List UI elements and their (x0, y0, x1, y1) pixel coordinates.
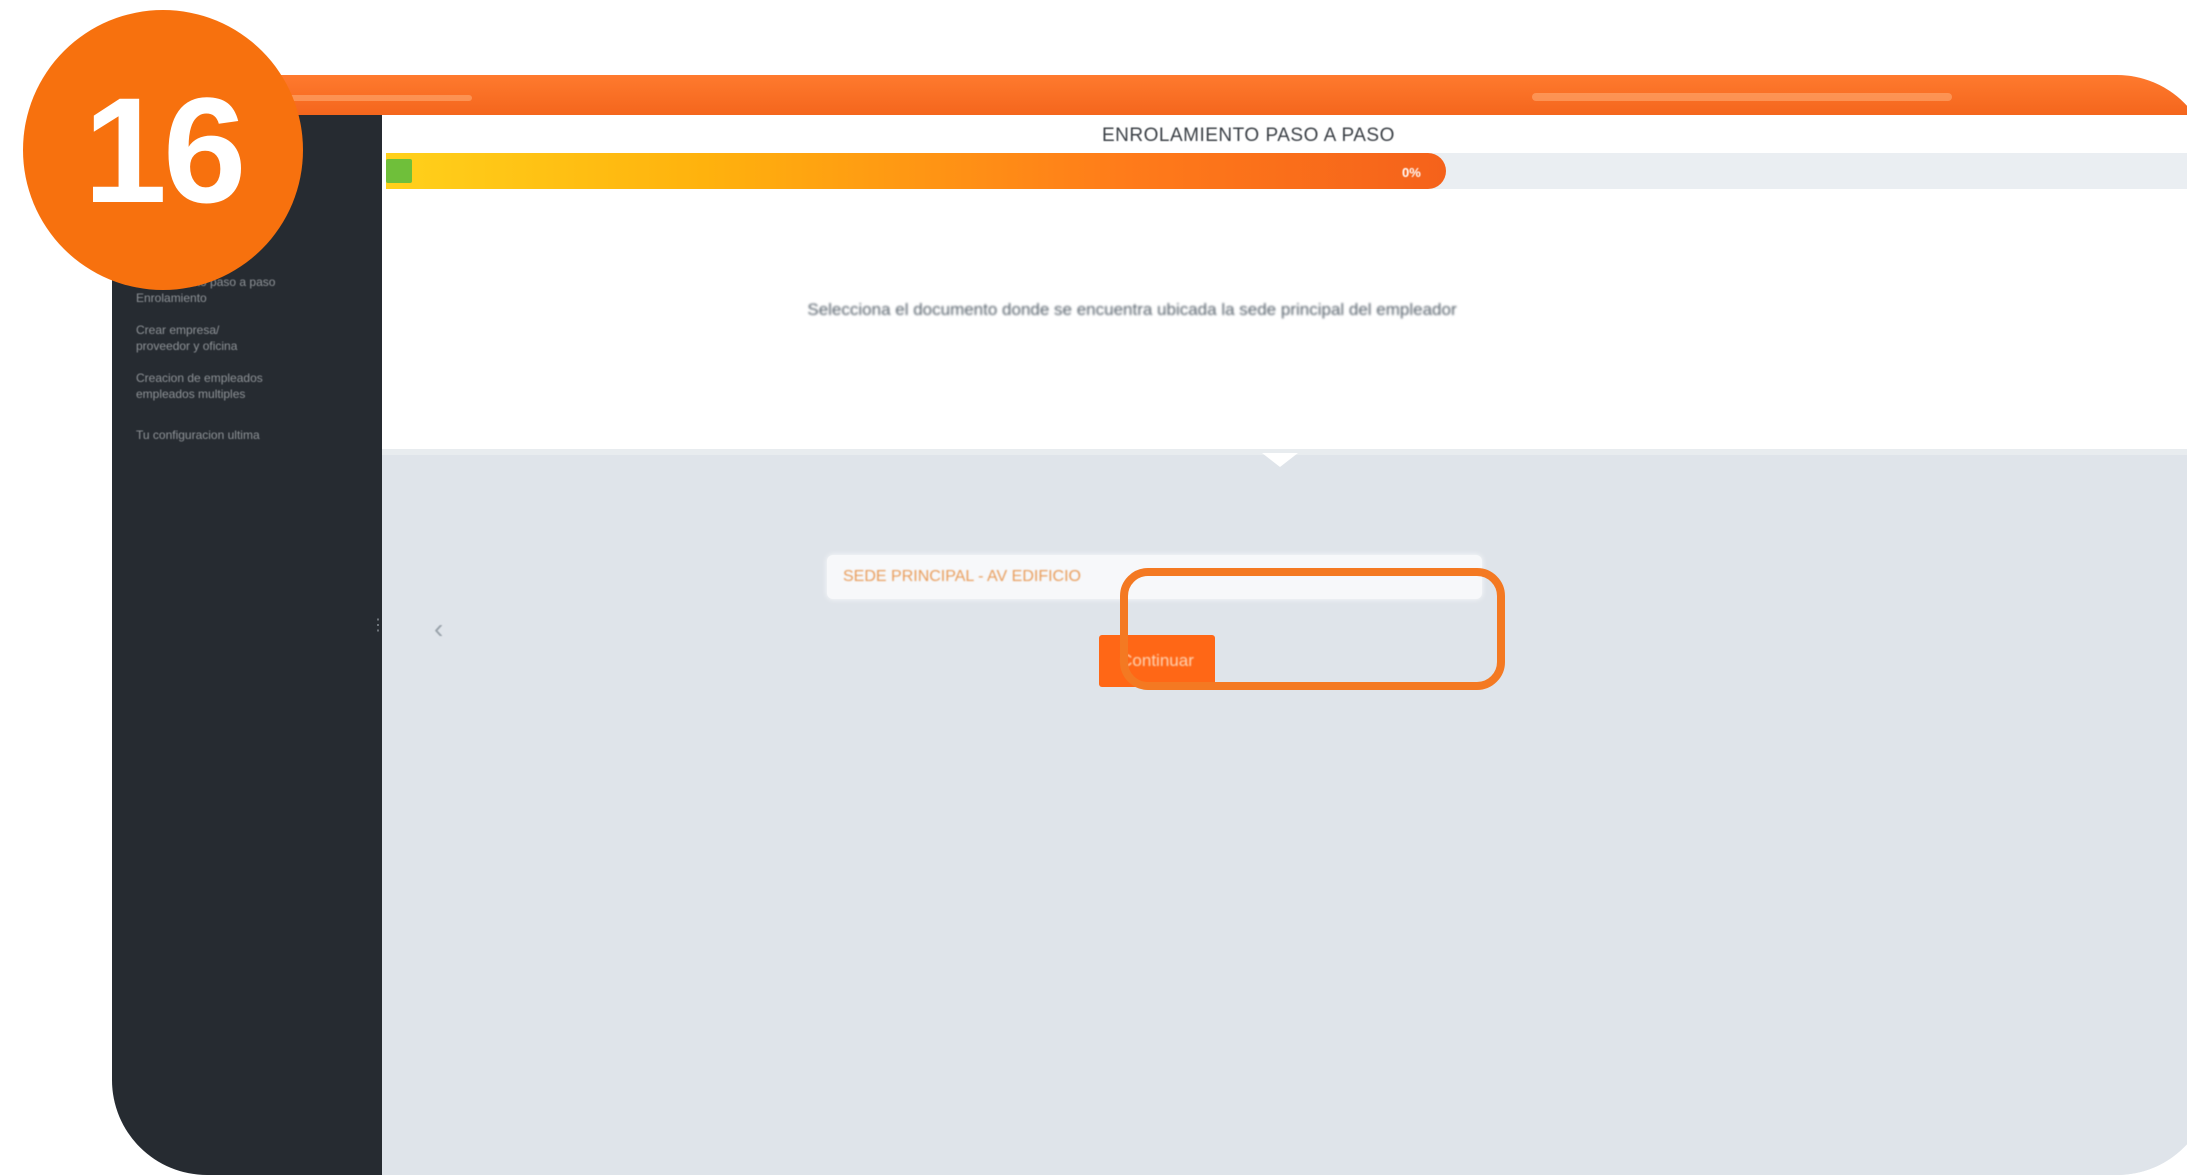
sidebar-item-enrolamiento[interactable]: Enrolamiento (136, 291, 207, 306)
sidebar-item-configuracion[interactable]: Tu configuracion ultima (136, 428, 260, 443)
sidebar-collapse-icon[interactable]: ⋮ (370, 615, 386, 665)
instruction-text: Selecciona el documento donde se encuent… (807, 300, 1457, 319)
continue-highlight-frame (1120, 568, 1505, 690)
progress-label: 0% (1402, 165, 1421, 180)
sidebar-item-crear-empresa[interactable]: Crear empresa/ (136, 323, 219, 338)
sidebar-item-creacion-empleados[interactable]: Creacion de empleados (136, 371, 263, 386)
sidebar-item-empleados-multiples[interactable]: empleados multiples (136, 387, 245, 402)
divider-arrow (1262, 453, 1298, 467)
topbar-user-menu[interactable] (1532, 93, 1952, 101)
select-value: SEDE PRINCIPAL - AV EDIFICIO (843, 568, 1081, 585)
progress-bar (386, 153, 1446, 189)
sidebar-item-crear-empresa-2[interactable]: proveedor y oficina (136, 339, 237, 354)
progress-start-marker (386, 159, 412, 183)
top-navbar (112, 75, 2187, 115)
back-chevron-icon[interactable]: ‹ (434, 613, 443, 645)
page-title: ENROLAMIENTO PASO A PASO (1102, 125, 1395, 146)
step-number-badge: 16 (23, 10, 303, 290)
header-panel: ENROLAMIENTO PASO A PASO 0% Selecciona e… (382, 115, 2187, 455)
